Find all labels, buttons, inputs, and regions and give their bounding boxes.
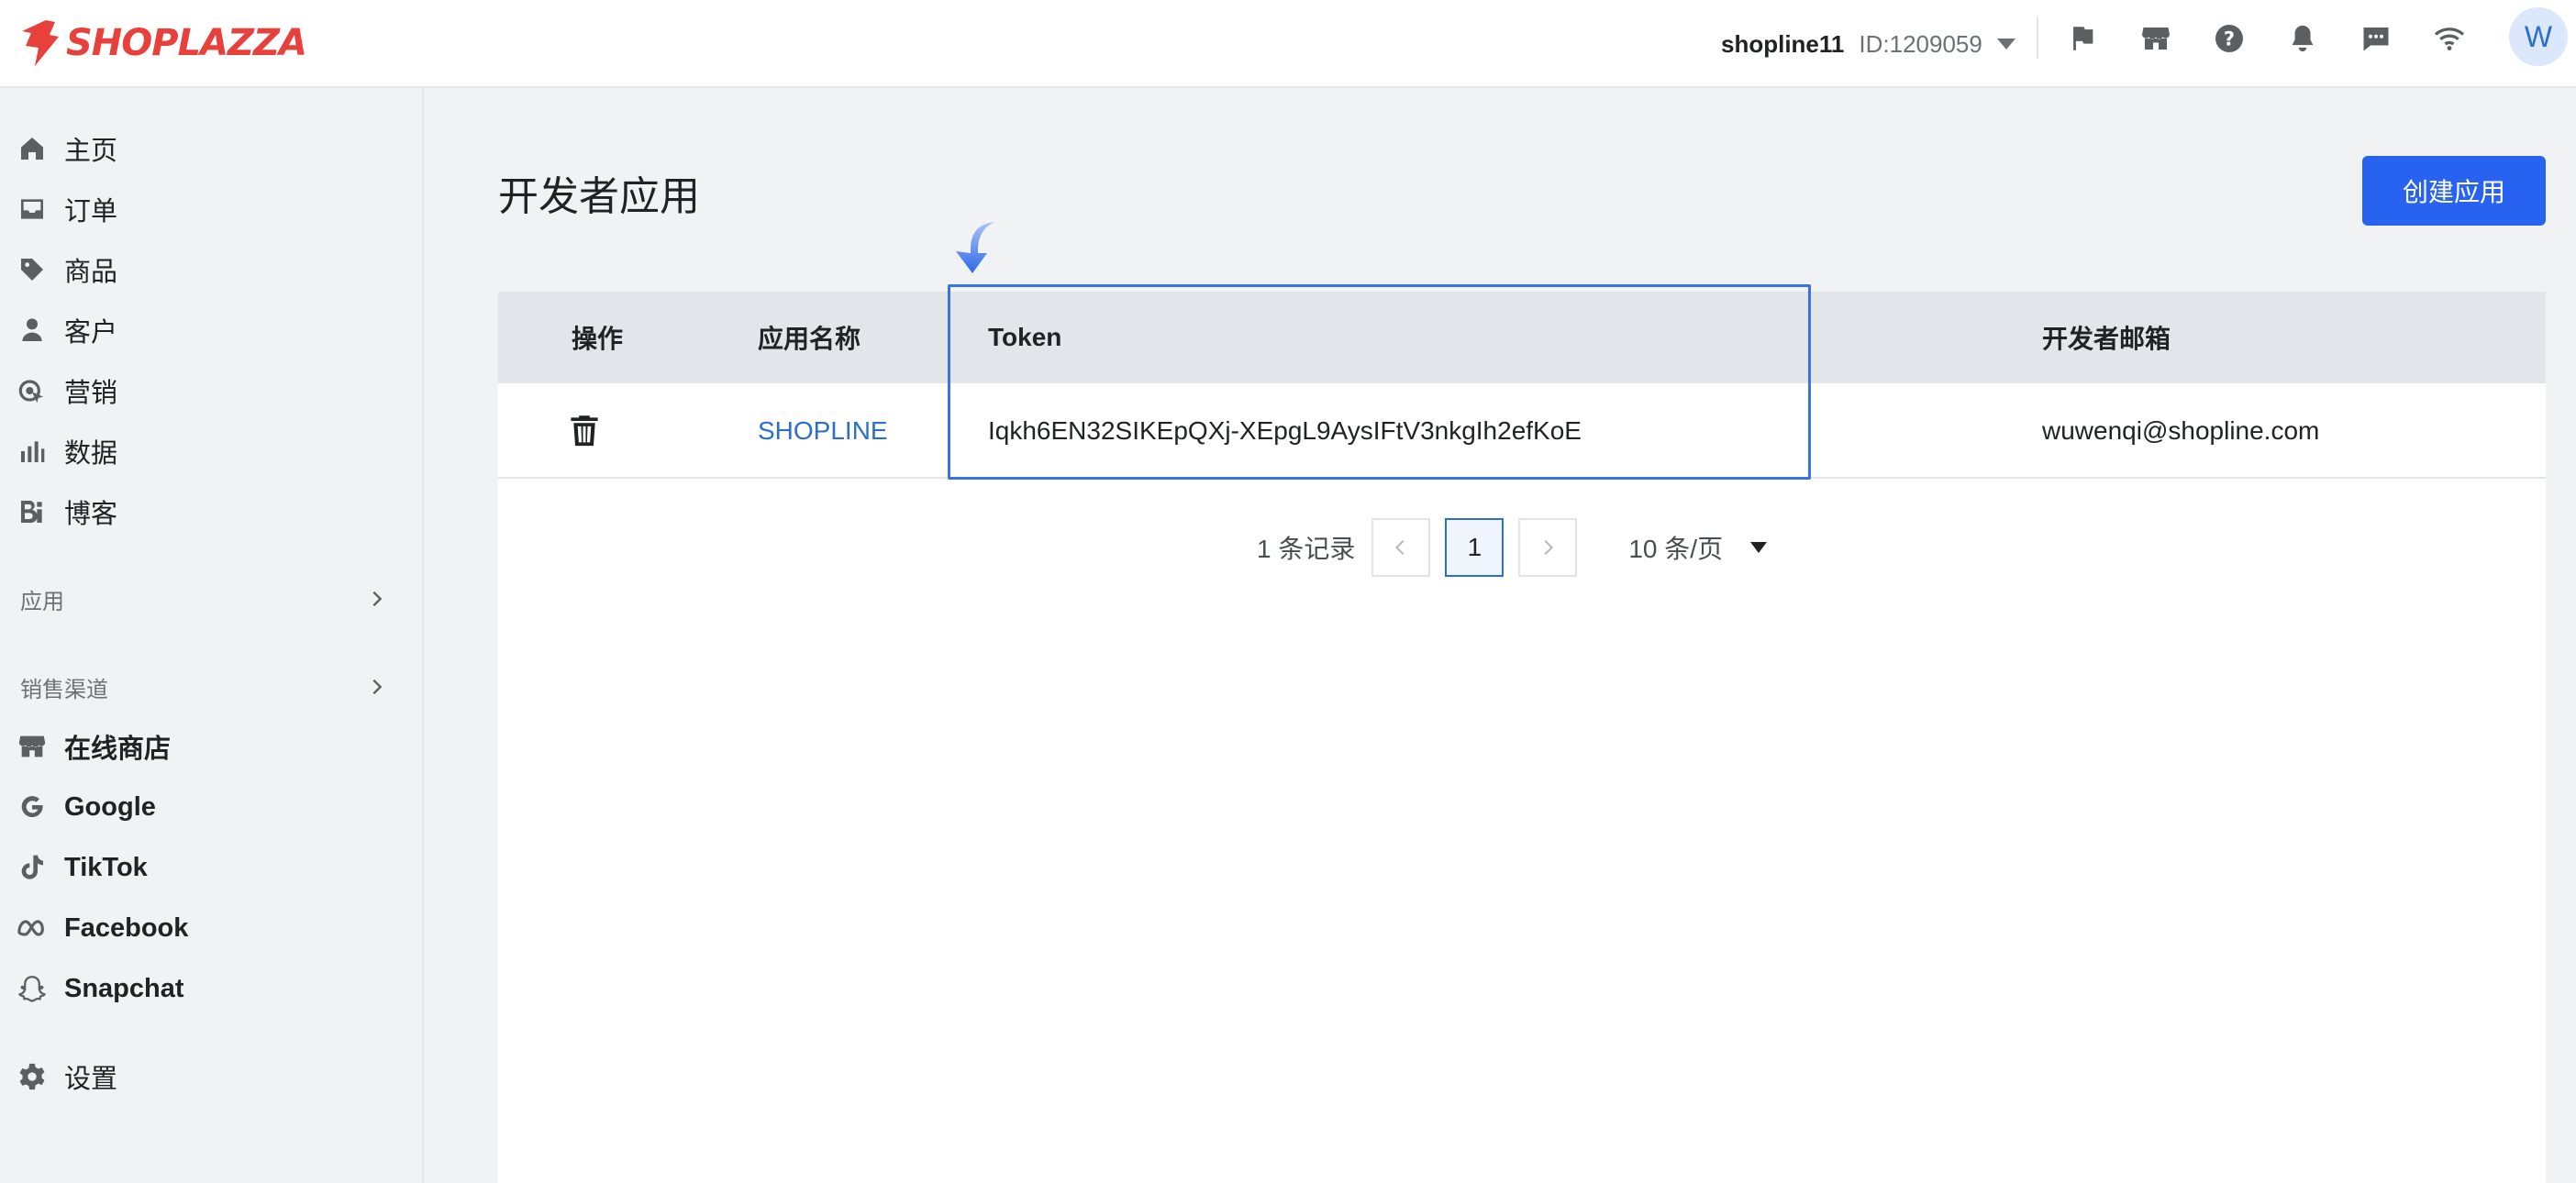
sidebar-item-label: 客户	[64, 318, 118, 348]
token-highlight-box	[948, 284, 1811, 480]
avatar[interactable]: W	[2509, 7, 2568, 66]
meta-icon	[17, 912, 48, 944]
sidebar-item-blog[interactable]: 博客	[17, 489, 117, 535]
home-icon	[17, 133, 48, 164]
sidebar-item-customers[interactable]: 客户	[17, 307, 117, 353]
header-divider	[2037, 17, 2038, 59]
marketing-icon	[17, 375, 48, 406]
section-label: 销售渠道	[20, 677, 108, 702]
svg-text:?: ?	[2224, 28, 2235, 50]
column-header-email: 开发者邮箱	[2042, 325, 2171, 353]
sidebar-item-label: Google	[64, 791, 156, 822]
chevron-left-icon	[1395, 539, 1405, 556]
sidebar-item-label: 数据	[64, 439, 118, 469]
inbox-icon	[17, 193, 48, 225]
sidebar-item-online-store[interactable]: 在线商店	[17, 724, 171, 769]
sidebar-item-label: 商品	[64, 258, 118, 287]
pagination: 1 条记录 1 10 条/页	[1257, 518, 1768, 577]
caret-down-icon	[1750, 542, 1768, 553]
snapchat-icon	[17, 973, 48, 1004]
gear-icon	[17, 1061, 48, 1092]
sidebar-item-label: 主页	[64, 137, 118, 166]
create-app-button[interactable]: 创建应用	[2362, 156, 2546, 226]
top-bar: SHOPLAZZA shopline11 ID:1209059 ? W	[0, 0, 2576, 88]
chevron-right-icon	[372, 679, 383, 695]
sidebar-item-label: TikTok	[64, 852, 148, 882]
sidebar-item-label: Facebook	[64, 912, 189, 943]
record-count: 1 条记录	[1257, 535, 1356, 563]
tiktok-icon	[17, 852, 48, 883]
sidebar-section-apps[interactable]: 应用	[20, 580, 387, 617]
sidebar-item-label: 营销	[64, 379, 118, 408]
column-header-actions: 操作	[572, 325, 624, 353]
sidebar-item-analytics[interactable]: 数据	[17, 428, 117, 474]
help-icon[interactable]: ?	[2209, 18, 2249, 59]
message-icon[interactable]	[2356, 18, 2396, 59]
prev-page-button[interactable]	[1371, 518, 1431, 577]
sidebar-item-products[interactable]: 商品	[17, 247, 117, 293]
sidebar-item-label: Snapchat	[64, 973, 184, 1003]
bar-chart-icon	[17, 436, 48, 467]
app-name-link[interactable]: SHOPLINE	[758, 383, 888, 479]
wifi-icon[interactable]	[2429, 18, 2470, 59]
sidebar-item-marketing[interactable]: 营销	[17, 368, 117, 414]
person-icon	[17, 315, 48, 346]
sidebar-section-channels[interactable]: 销售渠道	[20, 669, 387, 705]
delete-button[interactable]	[568, 383, 601, 479]
shop-selector[interactable]: shopline11 ID:1209059	[1721, 24, 2015, 64]
shoplazza-logo[interactable]: SHOPLAZZA	[18, 13, 307, 73]
store-icon[interactable]	[2136, 18, 2176, 59]
shop-name: shopline11	[1721, 29, 1845, 58]
flag-icon[interactable]	[2062, 18, 2103, 59]
store-icon	[17, 731, 48, 762]
sidebar-item-snapchat[interactable]: Snapchat	[17, 966, 184, 1012]
page-button-current[interactable]: 1	[1445, 518, 1505, 577]
sidebar-item-orders[interactable]: 订单	[17, 186, 117, 232]
column-header-app-name: 应用名称	[758, 325, 861, 353]
brand-name: SHOPLAZZA	[66, 22, 307, 64]
developer-email: wuwenqi@shopline.com	[2042, 416, 2320, 445]
caret-down-icon	[1996, 39, 2015, 50]
tag-icon	[17, 254, 48, 285]
sidebar-item-tiktok[interactable]: TikTok	[17, 845, 148, 890]
sidebar-item-google[interactable]: Google	[17, 784, 156, 830]
blog-icon	[17, 496, 48, 527]
sidebar-item-facebook[interactable]: Facebook	[17, 905, 188, 951]
annotation-arrow-icon	[956, 222, 994, 273]
sidebar-item-settings[interactable]: 设置	[17, 1054, 117, 1100]
sidebar-item-home[interactable]: 主页	[17, 126, 117, 171]
sidebar-item-label: 博客	[64, 500, 118, 529]
sidebar-item-label: 订单	[64, 197, 118, 227]
logo-mark-icon	[22, 20, 59, 66]
page-size-value: 10 条/页	[1628, 535, 1724, 563]
sidebar-item-label: 在线商店	[64, 735, 172, 764]
next-page-button[interactable]	[1518, 518, 1578, 577]
google-icon	[17, 791, 48, 823]
page-title: 开发者应用	[498, 174, 700, 219]
sidebar: 主页 订单 商品 客户 营销 数据 博客 应用 销售渠道 在线商店 Google	[0, 88, 424, 1183]
page-size-select[interactable]: 10 条/页	[1628, 529, 1768, 566]
bell-icon[interactable]	[2282, 18, 2323, 59]
chevron-right-icon	[372, 591, 383, 607]
chevron-right-icon	[1544, 539, 1554, 556]
section-label: 应用	[20, 589, 64, 614]
shop-id: ID:1209059	[1859, 29, 1982, 58]
trash-icon	[571, 415, 598, 447]
sidebar-item-label: 设置	[64, 1065, 118, 1094]
